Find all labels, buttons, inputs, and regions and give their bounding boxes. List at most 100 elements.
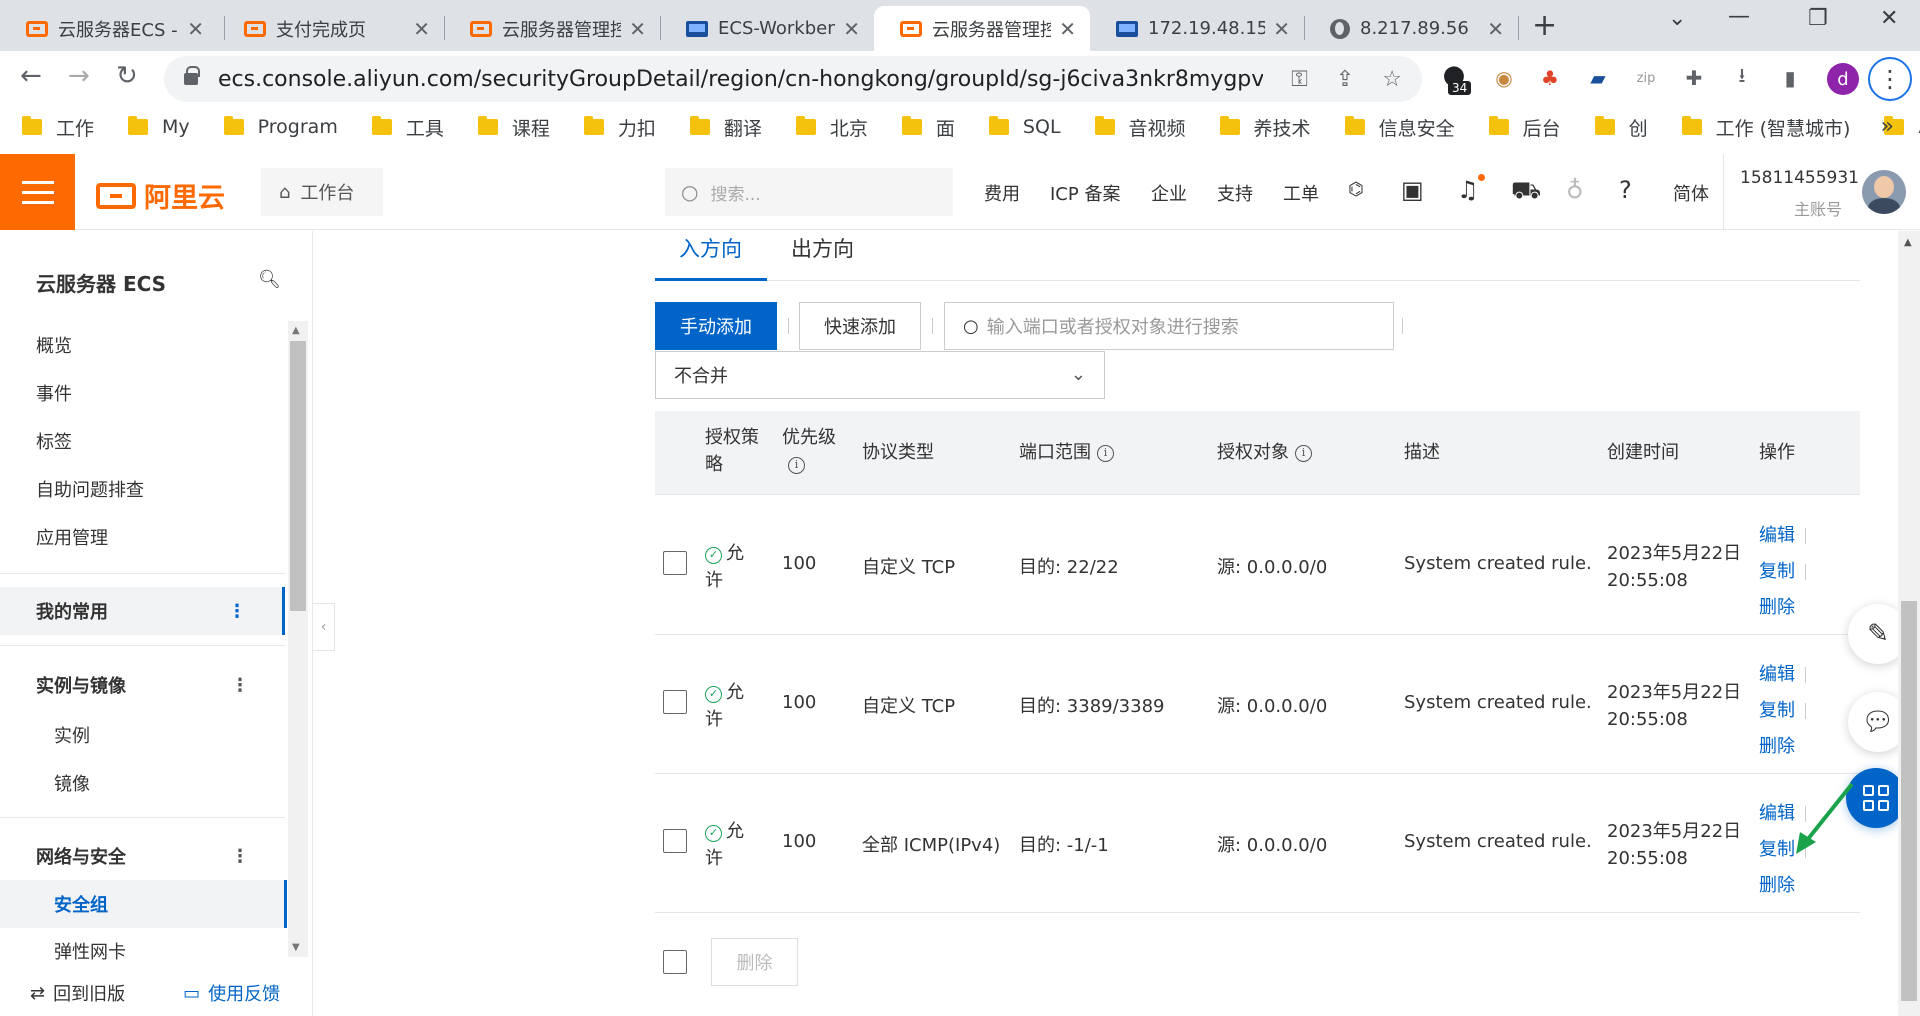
address-bar[interactable]: ecs.console.aliyun.com/securityGroupDeta…	[164, 56, 1422, 102]
restore-icon[interactable]: ❐	[1808, 6, 1828, 31]
browser-tab[interactable]: ECS-Workbench ✕	[660, 6, 874, 51]
browser-tab-active[interactable]: 云服务器管理控制 ✕	[874, 6, 1090, 51]
row-checkbox[interactable]	[663, 690, 687, 714]
sidebar-item-apps[interactable]: 应用管理	[36, 524, 108, 550]
bulb-icon[interactable]: ♁	[1566, 176, 1584, 204]
sidebar-item-tags[interactable]: 标签	[36, 428, 72, 454]
manual-add-button[interactable]: 手动添加	[655, 302, 777, 350]
bookmark-folder[interactable]: 音视频	[1094, 114, 1186, 141]
sidebar-group-instances[interactable]: 实例与镜像 ⋮	[0, 661, 285, 709]
reload-icon[interactable]: ↻	[116, 61, 138, 91]
profile-avatar[interactable]: d	[1827, 63, 1859, 95]
tab-outbound[interactable]: 出方向	[791, 233, 854, 263]
quick-add-button[interactable]: 快速添加	[799, 302, 921, 350]
window-close-icon[interactable]: ✕	[1880, 6, 1898, 31]
nav-ticket[interactable]: 工单	[1283, 180, 1319, 206]
sidebar-collapse-handle[interactable]: ‹	[313, 603, 335, 651]
sidebar-item-images[interactable]: 镜像	[54, 770, 90, 796]
browser-menu-icon[interactable]: ⋮	[1868, 57, 1912, 101]
browser-tab[interactable]: 云服务器管理控制 ✕	[444, 6, 660, 51]
nav-icp[interactable]: ICP 备案	[1050, 180, 1120, 206]
gitzip-icon[interactable]: zip	[1632, 64, 1660, 92]
merge-select[interactable]: 不合并 ⌄	[655, 351, 1105, 399]
delete-link[interactable]: 删除	[1759, 590, 1795, 626]
sidebar-search-icon[interactable]: 🔍︎	[258, 269, 281, 290]
close-icon[interactable]: ✕	[187, 17, 204, 41]
sidebar-item-events[interactable]: 事件	[36, 380, 72, 406]
close-icon[interactable]: ✕	[843, 17, 860, 41]
more-dots-icon[interactable]: ⋮	[228, 601, 246, 622]
nav-support[interactable]: 支持	[1217, 180, 1253, 206]
sidebar-item-eni[interactable]: 弹性网卡	[54, 938, 126, 964]
bookmark-folder[interactable]: My	[128, 116, 190, 138]
more-dots-icon[interactable]: ⋮	[231, 675, 249, 696]
delete-link[interactable]: 删除	[1759, 868, 1795, 904]
feedback-link[interactable]: ▭ 使用反馈	[183, 980, 280, 1006]
scroll-up-icon[interactable]: ▲	[292, 325, 300, 336]
forward-arrow-icon[interactable]: →	[68, 61, 90, 91]
bookmarks-overflow-icon[interactable]: »	[1881, 114, 1894, 139]
edit-link[interactable]: 编辑	[1759, 657, 1795, 693]
side-panel-icon[interactable]: ▮	[1776, 64, 1804, 92]
sidebar-group-network[interactable]: 网络与安全 ⋮	[0, 832, 285, 880]
rule-search-input[interactable]: ○ 输入端口或者授权对象进行搜索	[944, 302, 1394, 350]
menu-hamburger-icon[interactable]	[0, 154, 75, 230]
lock-icon[interactable]	[184, 66, 200, 85]
close-icon[interactable]: ✕	[629, 17, 646, 41]
close-icon[interactable]: ✕	[413, 17, 430, 41]
bookmark-folder[interactable]: Program	[223, 116, 338, 138]
row-checkbox[interactable]	[663, 551, 687, 575]
page-scrollbar[interactable]: ▲	[1898, 231, 1920, 1016]
tab-search-chevron-icon[interactable]: ⌄	[1668, 6, 1686, 31]
cookie-icon[interactable]: ◉	[1490, 64, 1518, 92]
close-icon[interactable]: ✕	[1487, 17, 1504, 41]
bookmark-folder[interactable]: 后台	[1488, 114, 1561, 141]
download-icon[interactable]: ⭳	[1728, 63, 1756, 92]
more-dots-icon[interactable]: ⋮	[231, 846, 249, 867]
bell-icon[interactable]: ♫	[1457, 176, 1479, 204]
top-search-input[interactable]: ○ 搜索...	[665, 168, 953, 216]
bookmark-folder[interactable]: 北京	[795, 114, 868, 141]
nav-enterprise[interactable]: 企业	[1151, 180, 1187, 206]
sidebar-item-troubleshoot[interactable]: 自助问题排查	[36, 476, 144, 502]
account-id[interactable]: 15811455931	[1740, 168, 1859, 188]
browser-tab[interactable]: 172.19.48.158 ✕	[1090, 6, 1304, 51]
back-to-old-version[interactable]: ⇄ 回到旧版	[30, 980, 125, 1006]
scroll-down-icon[interactable]: ▼	[292, 942, 300, 953]
sitemap-icon[interactable]: ♣	[1536, 64, 1564, 92]
sidebar-scroll-thumb[interactable]	[290, 341, 306, 611]
bookmark-folder[interactable]: SQL	[988, 116, 1061, 138]
bookmark-folder[interactable]: 力扣	[583, 114, 656, 141]
browser-tab[interactable]: 云服务器ECS - 云 ✕	[0, 6, 218, 51]
bookmark-folder[interactable]: 翻译	[689, 114, 762, 141]
back-arrow-icon[interactable]: ←	[20, 61, 42, 91]
select-all-checkbox[interactable]	[663, 950, 687, 974]
minimize-icon[interactable]: —	[1728, 4, 1750, 29]
browser-tab[interactable]: 支付完成页 ✕	[218, 6, 444, 51]
notebook-icon[interactable]: ▰	[1584, 64, 1612, 92]
aliyun-logo[interactable]: 阿里云	[96, 176, 225, 215]
delete-link[interactable]: 删除	[1759, 729, 1795, 765]
bookmark-folder[interactable]: 创	[1594, 114, 1648, 141]
extensions-puzzle-icon[interactable]: ✚	[1680, 64, 1708, 92]
bookmark-folder[interactable]: 面	[901, 114, 955, 141]
share-icon[interactable]: ⇪	[1336, 67, 1354, 92]
info-icon[interactable]: i	[788, 457, 805, 474]
bookmark-folder[interactable]: 养技术	[1219, 114, 1311, 141]
star-icon[interactable]: ☆	[1382, 67, 1402, 92]
row-checkbox[interactable]	[663, 829, 687, 853]
bookmark-folder[interactable]: 工作 (智慧城市)	[1681, 114, 1850, 141]
language-switch[interactable]: 简体	[1673, 180, 1709, 206]
workbench-button[interactable]: ⌂ 工作台	[261, 168, 383, 216]
new-tab-plus-icon[interactable]: +	[1532, 8, 1557, 43]
sidebar-item-overview[interactable]: 概览	[36, 332, 72, 358]
sidebar-item-security-group[interactable]: 安全组	[0, 880, 287, 928]
info-icon[interactable]: i	[1097, 445, 1114, 462]
user-avatar[interactable]	[1862, 170, 1906, 214]
terminal-icon[interactable]: ▣	[1401, 176, 1424, 204]
bulk-delete-button[interactable]: 删除	[711, 938, 798, 986]
info-icon[interactable]: i	[1295, 445, 1312, 462]
close-icon[interactable]: ✕	[1059, 17, 1076, 41]
tab-inbound[interactable]: 入方向	[679, 233, 742, 263]
bookmark-folder[interactable]: 信息安全	[1344, 114, 1455, 141]
